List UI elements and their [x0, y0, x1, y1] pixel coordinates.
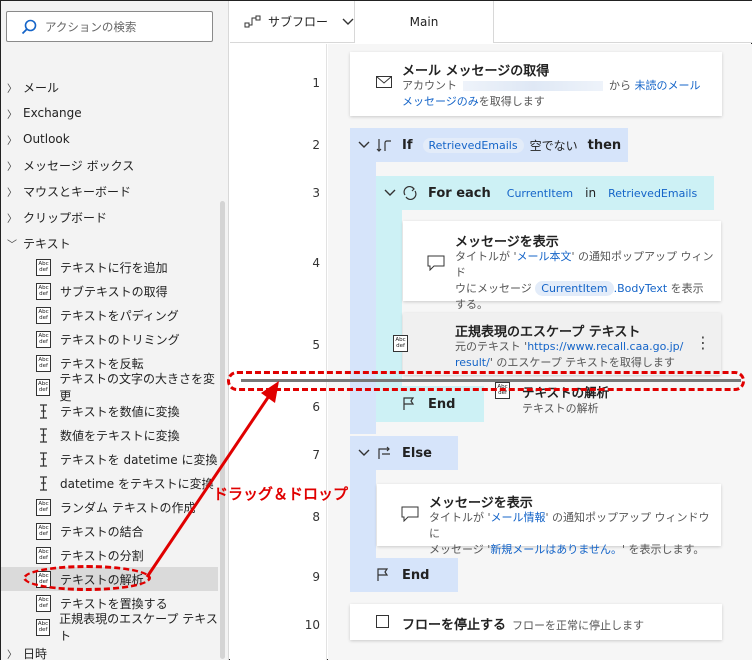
drag-drop-label: ドラッグ＆ドロップ: [213, 485, 349, 503]
drag-arrow: [145, 381, 279, 578]
